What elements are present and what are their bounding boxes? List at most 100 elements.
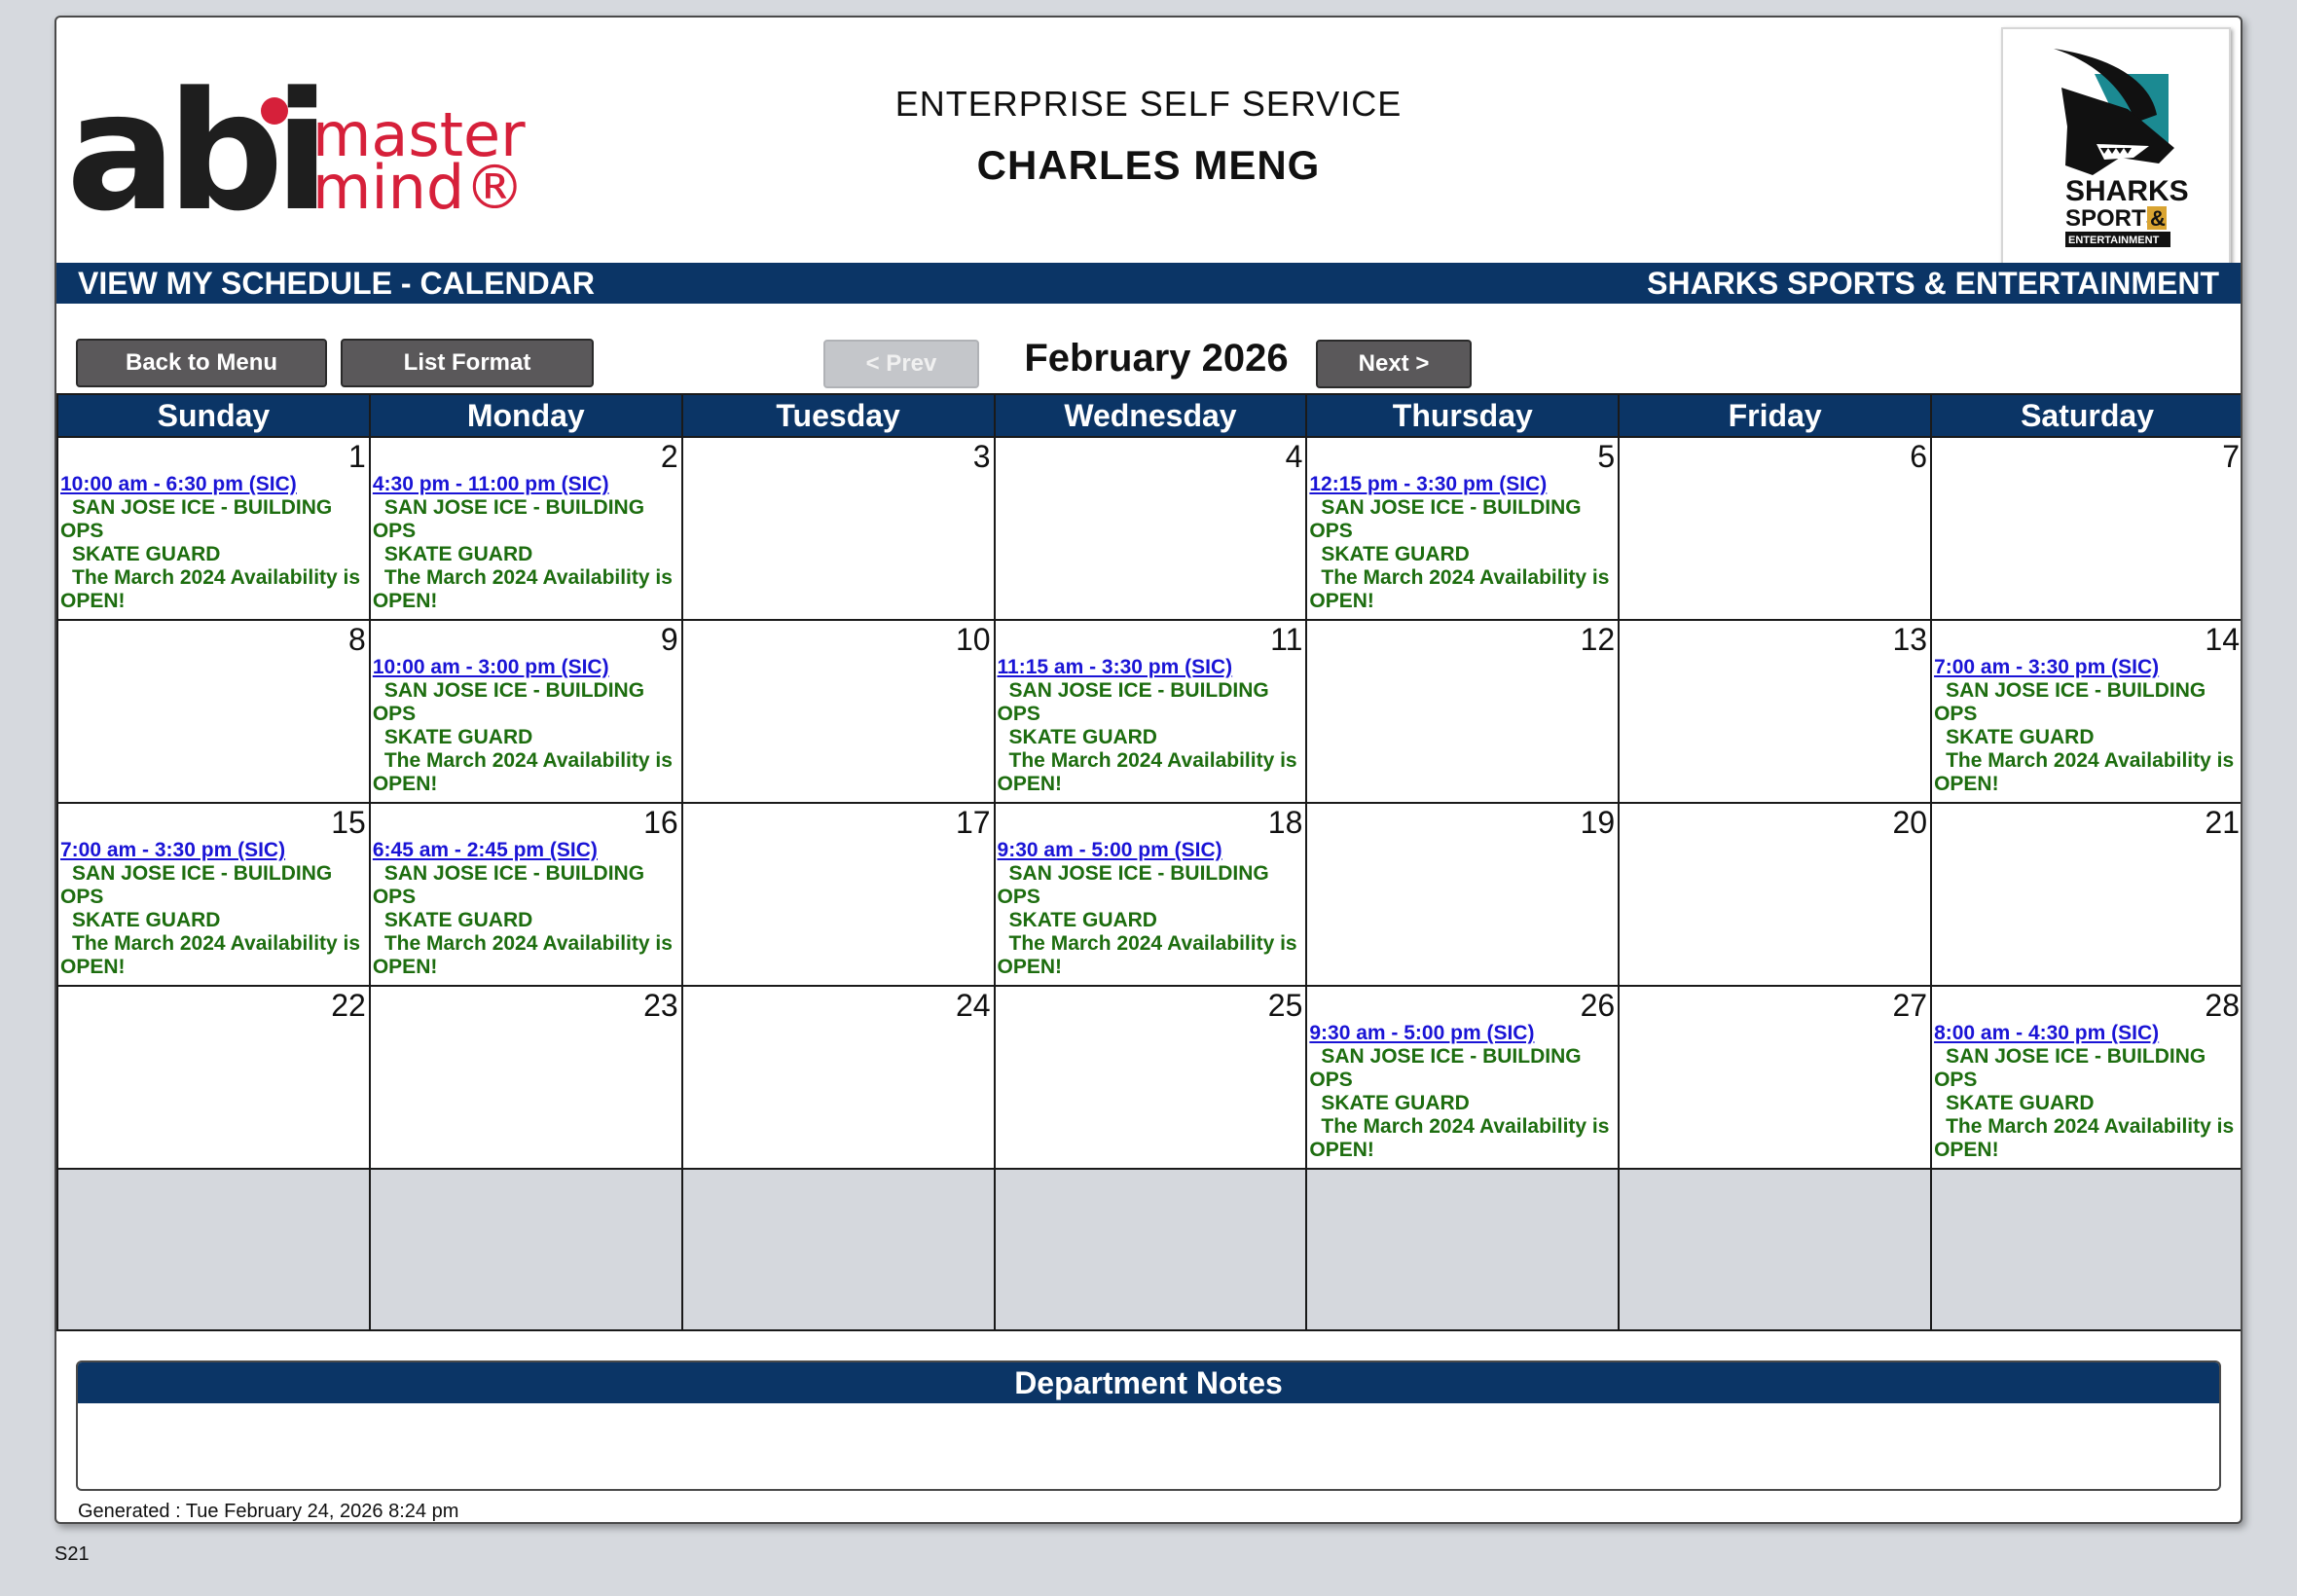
shift-position: SKATE GUARD [1321, 1092, 1470, 1114]
day-cell: 11 11:15 am - 3:30 pm (SIC) SAN JOSE ICE -… [993, 619, 1308, 804]
day-cell: 20 [1618, 802, 1933, 987]
shift-note-cont: OPEN! [372, 956, 438, 978]
shift-time-link[interactable]: 7:00 am - 3:30 pm (SIC) [60, 839, 368, 862]
shift-entry: 11:15 am - 3:30 pm (SIC) SAN JOSE ICE - B… [998, 656, 1305, 796]
shift-entry: 4:30 pm - 11:00 pm (SIC) SAN JOSE ICE - B… [373, 473, 680, 613]
day-number: 7 [2222, 439, 2240, 474]
organization-name: SHARKS SPORTS & ENTERTAINMENT [1647, 266, 2219, 301]
shift-note-cont: OPEN! [372, 590, 438, 612]
empty-day-cell [993, 1168, 1308, 1331]
day-header-friday: Friday [1618, 393, 1933, 438]
shift-location-cont: OPS [997, 703, 1040, 725]
day-cell: 4 [993, 436, 1308, 621]
shift-location: SAN JOSE ICE - BUILDING [72, 496, 333, 519]
shift-location-cont: OPS [372, 703, 417, 725]
shift-entry: 7:00 am - 3:30 pm (SIC) SAN JOSE ICE - BU… [1934, 656, 2241, 796]
back-to-menu-button[interactable]: Back to Menu [76, 339, 327, 387]
shift-note-cont: OPEN! [1934, 773, 1999, 795]
day-number: 25 [1267, 988, 1303, 1023]
day-number: 5 [1597, 439, 1616, 474]
shift-note: The March 2024 Availability is [1008, 932, 1297, 955]
shift-note-cont: OPEN! [997, 956, 1063, 978]
day-number: 17 [955, 805, 991, 840]
shift-note-cont: OPEN! [1934, 1139, 1999, 1161]
day-cell: 18 9:30 am - 5:00 pm (SIC) SAN JOSE ICE - … [993, 802, 1308, 987]
day-number: 2 [660, 439, 678, 474]
day-header-monday: Monday [368, 393, 683, 438]
shift-note-cont: OPEN! [60, 590, 126, 612]
shift-note: The March 2024 Availability is [72, 566, 361, 589]
day-cell: 15 7:00 am - 3:30 pm (SIC) SAN JOSE ICE - … [56, 802, 371, 987]
shift-time-link[interactable]: 11:15 am - 3:30 pm (SIC) [998, 656, 1305, 679]
day-cell: 6 [1618, 436, 1933, 621]
page-code: S21 [55, 1543, 90, 1565]
shift-position: SKATE GUARD [1946, 1092, 2095, 1114]
day-cell: 2 4:30 pm - 11:00 pm (SIC) SAN JOSE ICE - … [368, 436, 683, 621]
day-number: 27 [1892, 988, 1928, 1023]
department-notes: Department Notes [76, 1360, 2221, 1491]
day-cell: 22 [56, 985, 371, 1170]
week-row: 15 7:00 am - 3:30 pm (SIC) SAN JOSE ICE - … [56, 802, 2241, 987]
shift-time-link[interactable]: 8:00 am - 4:30 pm (SIC) [1934, 1022, 2241, 1045]
day-cell: 14 7:00 am - 3:30 pm (SIC) SAN JOSE ICE - … [1930, 619, 2241, 804]
shift-time-link[interactable]: 6:45 am - 2:45 pm (SIC) [373, 839, 680, 862]
day-cell: 23 [368, 985, 683, 1170]
shift-location: SAN JOSE ICE - BUILDING [383, 496, 645, 519]
day-number: 28 [2205, 988, 2240, 1023]
day-cell: 13 [1618, 619, 1933, 804]
day-number: 12 [1580, 622, 1616, 657]
page-header: abi master mind® ENTERPRISE SELF SERVICE… [56, 18, 2241, 265]
shift-time-link[interactable]: 9:30 am - 5:00 pm (SIC) [998, 839, 1305, 862]
shift-location: SAN JOSE ICE - BUILDING [383, 862, 645, 885]
day-number: 8 [348, 622, 366, 657]
day-number: 1 [348, 439, 366, 474]
day-number: 18 [1267, 805, 1303, 840]
day-number: 20 [1892, 805, 1928, 840]
list-format-button[interactable]: List Format [341, 339, 594, 387]
shift-entry: 10:00 am - 6:30 pm (SIC) SAN JOSE ICE - B… [60, 473, 368, 613]
day-cell: 19 [1305, 802, 1621, 987]
day-header-saturday: Saturday [1930, 393, 2241, 438]
empty-day-cell [56, 1168, 371, 1331]
shift-note-cont: OPEN! [1309, 1139, 1374, 1161]
shift-location: SAN JOSE ICE - BUILDING [1321, 496, 1582, 519]
shift-position: SKATE GUARD [383, 726, 533, 748]
shift-time-link[interactable]: 10:00 am - 6:30 pm (SIC) [60, 473, 368, 496]
shift-location-cont: OPS [1934, 1069, 1978, 1091]
calendar-grid: Sunday Monday Tuesday Wednesday Thursday Frid… [56, 393, 2241, 1331]
shift-location: SAN JOSE ICE - BUILDING [1321, 1045, 1582, 1068]
day-cell: 10 [680, 619, 996, 804]
next-month-button[interactable]: Next > [1316, 340, 1472, 388]
day-number: 14 [2205, 622, 2240, 657]
shift-location: SAN JOSE ICE - BUILDING [1008, 679, 1269, 702]
day-cell: 24 [680, 985, 996, 1170]
day-cell: 16 6:45 am - 2:45 pm (SIC) SAN JOSE ICE - … [368, 802, 683, 987]
shift-time-link[interactable]: 4:30 pm - 11:00 pm (SIC) [373, 473, 680, 496]
department-notes-title: Department Notes [78, 1362, 2219, 1403]
shift-note: The March 2024 Availability is [383, 566, 673, 589]
app-title: ENTERPRISE SELF SERVICE [894, 84, 1403, 124]
day-cell: 7 [1930, 436, 2241, 621]
day-number: 19 [1580, 805, 1616, 840]
shift-location: SAN JOSE ICE - BUILDING [1946, 679, 2206, 702]
day-number: 13 [1892, 622, 1928, 657]
logo-ampersand: & [2150, 206, 2166, 231]
shift-location-cont: OPS [1309, 1069, 1353, 1091]
shift-location-cont: OPS [60, 520, 104, 542]
shift-time-link[interactable]: 12:15 pm - 3:30 pm (SIC) [1309, 473, 1617, 496]
week-row: 22 23 24 25 26 9:30 am - 5:00 pm (SIC) SAN JOS… [56, 985, 2241, 1170]
shift-time-link[interactable]: 10:00 am - 3:00 pm (SIC) [373, 656, 680, 679]
shift-time-link[interactable]: 7:00 am - 3:30 pm (SIC) [1934, 656, 2241, 679]
shift-time-link[interactable]: 9:30 am - 5:00 pm (SIC) [1309, 1022, 1617, 1045]
day-cell: 1 10:00 am - 6:30 pm (SIC) SAN JOSE ICE - … [56, 436, 371, 621]
shift-entry: 8:00 am - 4:30 pm (SIC) SAN JOSE ICE - BU… [1934, 1022, 2241, 1162]
day-number: 26 [1580, 988, 1616, 1023]
shift-note: The March 2024 Availability is [1321, 1115, 1610, 1138]
shift-position: SKATE GUARD [1946, 726, 2095, 748]
generated-timestamp: Generated : Tue February 24, 2026 8:24 p… [78, 1501, 459, 1522]
shift-location-cont: OPS [372, 886, 417, 908]
empty-day-cell [368, 1168, 683, 1331]
shift-location-cont: OPS [60, 886, 104, 908]
empty-day-cell [1305, 1168, 1621, 1331]
prev-month-button[interactable]: < Prev [823, 340, 979, 388]
